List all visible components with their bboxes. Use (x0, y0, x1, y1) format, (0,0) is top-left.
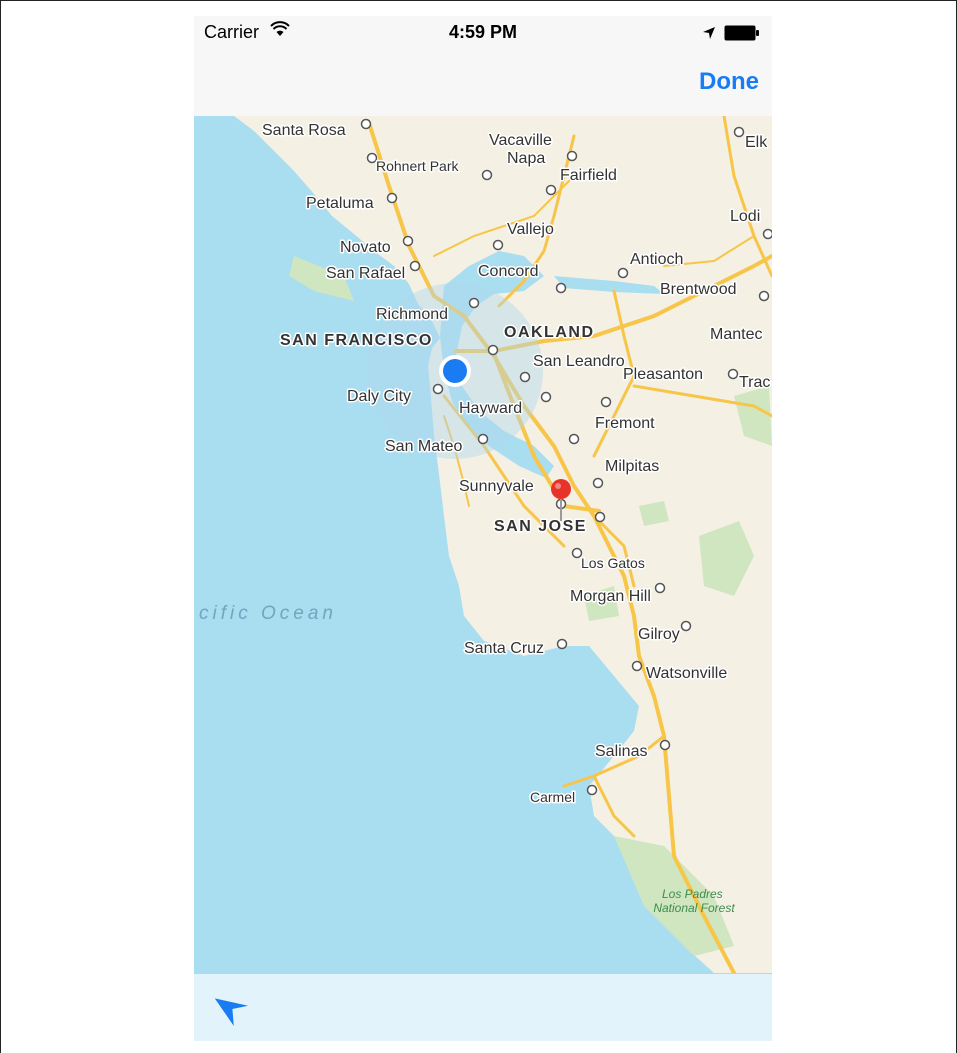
city-dot (659, 739, 671, 751)
map-view[interactable]: Santa Rosa Vacaville Elk Rohnert Park Napa Fa… (194, 116, 772, 973)
city-label: Elk (745, 134, 768, 151)
city-dot (481, 169, 493, 181)
city-label: Gilroy (638, 626, 680, 643)
city-dot (477, 433, 489, 445)
city-label: San Leandro (533, 353, 625, 370)
city-dot (758, 290, 770, 302)
city-label: Hayward (459, 400, 522, 417)
city-label: SAN JOSE (494, 518, 587, 535)
ocean-label: cific Ocean (199, 603, 337, 624)
city-dot (386, 192, 398, 204)
city-dot (592, 477, 604, 489)
city-label: SAN FRANCISCO (280, 332, 433, 349)
city-label: Santa Cruz (464, 640, 544, 657)
city-label: OAKLAND (504, 324, 595, 341)
city-label: Concord (478, 263, 538, 280)
city-dot (556, 638, 568, 650)
city-dot (680, 620, 692, 632)
city-label: Santa Rosa (262, 122, 346, 139)
national-forest-label: Los Padres National Forest (653, 887, 735, 915)
battery-icon (724, 25, 760, 46)
city-dot (468, 297, 480, 309)
user-location-dot (443, 359, 467, 383)
city-label: Trac (739, 374, 770, 391)
city-dot (654, 582, 666, 594)
city-label: Vallejo (507, 221, 554, 238)
phone-screen: Carrier 4:59 PM Done Santa Rosa Vacavill… (194, 16, 772, 1041)
city-label: San Mateo (385, 438, 462, 455)
city-dot (432, 383, 444, 395)
done-button[interactable]: Done (699, 68, 759, 96)
city-label: Fremont (595, 415, 655, 432)
city-dot (360, 118, 372, 130)
city-dot (586, 784, 598, 796)
city-dot (568, 433, 580, 445)
city-label: Vacaville (489, 132, 552, 149)
city-label: Petaluma (306, 195, 374, 212)
city-label: Sunnyvale (459, 478, 534, 495)
city-label: Daly City (347, 388, 411, 405)
city-dot (727, 368, 739, 380)
city-dot (762, 228, 772, 240)
city-label: Milpitas (605, 458, 659, 475)
location-arrow-icon (702, 24, 716, 45)
city-dot (594, 511, 606, 523)
city-label: Novato (340, 239, 391, 256)
city-label: Carmel (530, 789, 575, 805)
city-label: Mantec (710, 326, 762, 343)
frame-top-line (0, 0, 957, 1)
city-label: Brentwood (660, 281, 737, 298)
location-arrow-icon[interactable] (212, 986, 252, 1026)
city-dot (492, 239, 504, 251)
bottom-toolbar (194, 973, 772, 1041)
frame-left-line (0, 0, 1, 1053)
status-time: 4:59 PM (448, 22, 518, 42)
city-label: Rohnert Park (376, 158, 459, 174)
city-dot (600, 396, 612, 408)
city-label: San Rafael (326, 265, 405, 282)
city-dot (555, 282, 567, 294)
city-dot (409, 260, 421, 272)
city-label: Watsonville (646, 665, 727, 682)
city-dot (402, 235, 414, 247)
city-label: Lodi (730, 208, 760, 225)
city-dot (540, 391, 552, 403)
navigation-bar: Done (194, 50, 772, 116)
city-label: Fairfield (560, 167, 617, 184)
city-label: Salinas (595, 743, 647, 760)
city-dot (631, 660, 643, 672)
city-dot (566, 150, 578, 162)
city-label: Napa (507, 150, 545, 167)
city-dot (487, 344, 499, 356)
city-label: Richmond (376, 306, 448, 323)
city-label: Antioch (630, 251, 683, 268)
city-label: Pleasanton (623, 366, 703, 383)
city-dot (733, 126, 745, 138)
city-dot (617, 267, 629, 279)
city-dot (545, 184, 557, 196)
city-dot (519, 371, 531, 383)
city-label: Morgan Hill (570, 588, 651, 605)
status-bar: Carrier 4:59 PM (194, 16, 772, 50)
city-label: Los Gatos (581, 555, 645, 571)
